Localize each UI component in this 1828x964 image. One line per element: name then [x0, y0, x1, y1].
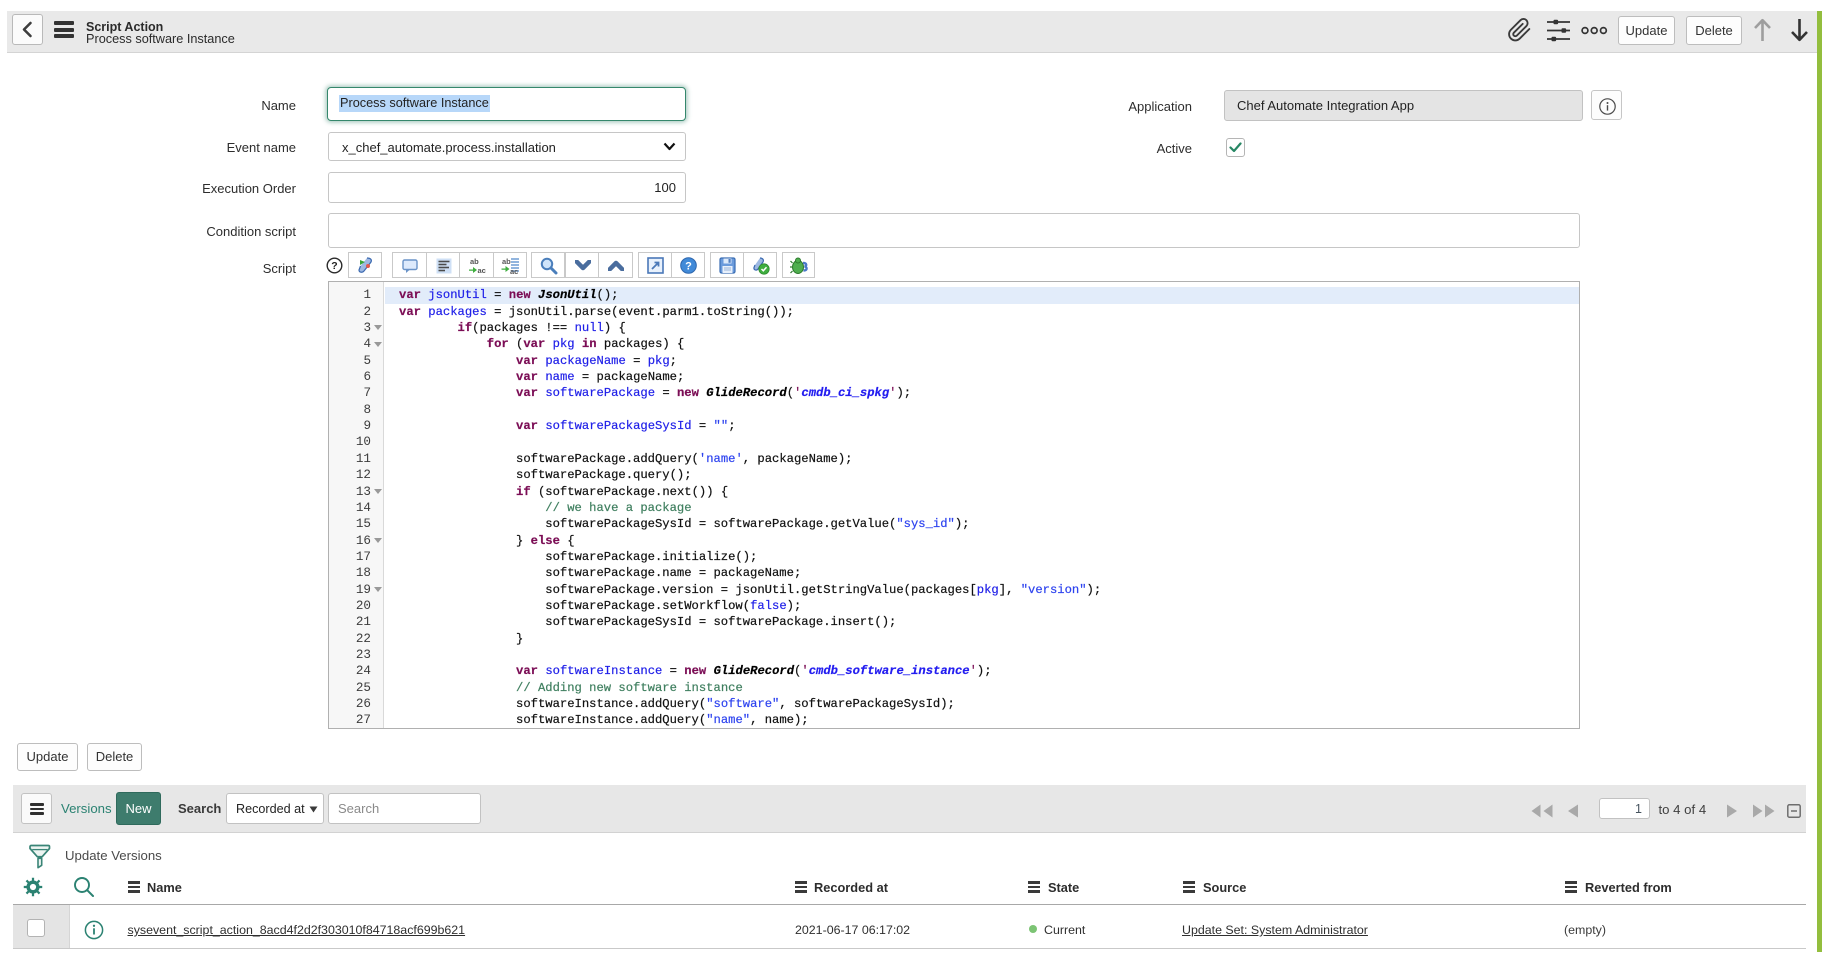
- svg-text:ac: ac: [478, 266, 486, 275]
- svg-text:ac: ac: [510, 267, 518, 275]
- svg-text:ab: ab: [502, 257, 511, 266]
- svg-text:?: ?: [331, 260, 337, 272]
- svg-text:ab: ab: [470, 257, 479, 266]
- svg-text:?: ?: [685, 261, 692, 273]
